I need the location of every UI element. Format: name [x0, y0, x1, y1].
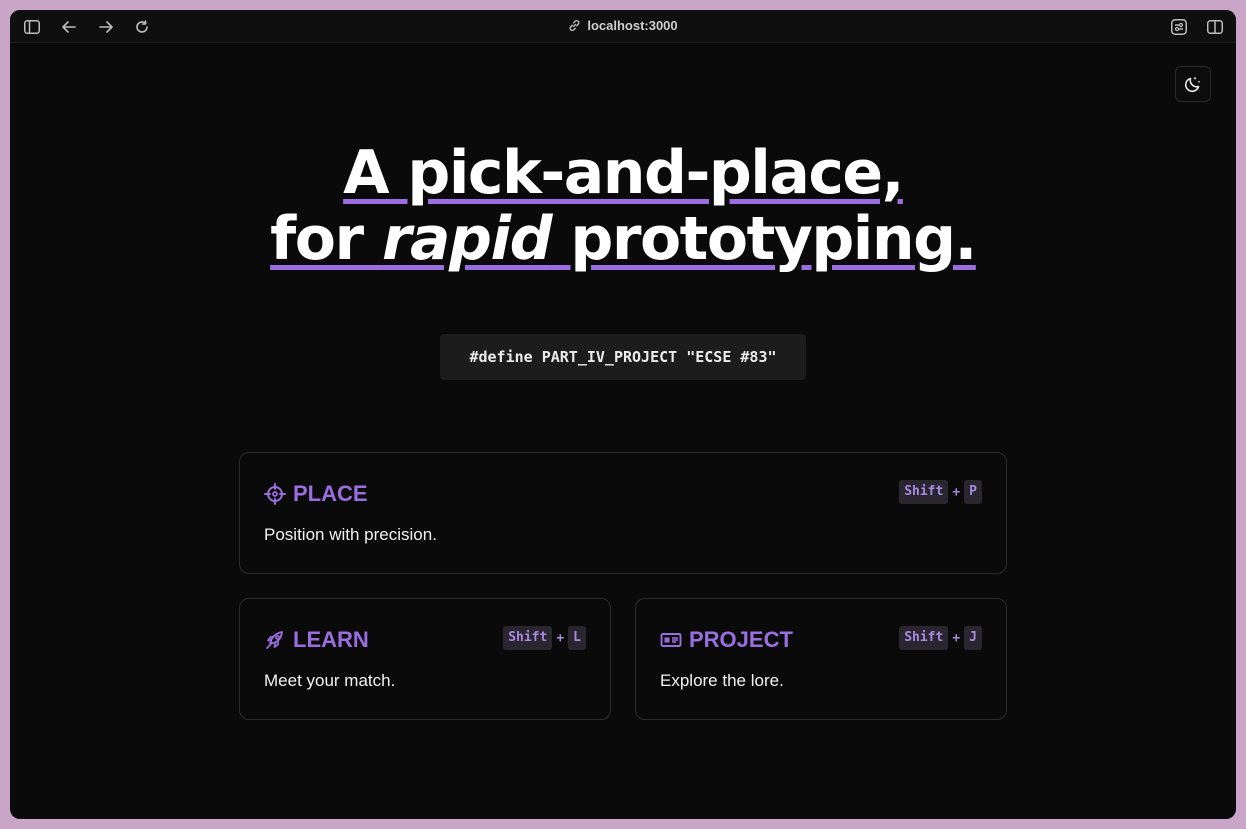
card-place-label: PLACE [293, 481, 368, 506]
card-learn-description: Meet your match. [264, 671, 396, 690]
card-learn-label: LEARN [293, 627, 369, 652]
p-key: P [964, 480, 982, 504]
theme-toggle-button[interactable] [1175, 66, 1211, 102]
rocket-icon [264, 629, 286, 651]
card-learn-title: LEARN [264, 627, 369, 653]
moon-stars-icon [1184, 76, 1201, 93]
crosshair-icon [264, 483, 286, 505]
plus-sign: + [952, 630, 961, 646]
hero-line-2: for rapid prototyping. [10, 206, 1236, 272]
card-project-title: PROJECT [660, 627, 793, 653]
shift-key: Shift [503, 626, 553, 650]
hero-heading: A pick-and-place, for rapid prototyping. [10, 140, 1236, 272]
hero-line-1: A pick-and-place, [10, 140, 1236, 206]
shift-key: Shift [899, 480, 949, 504]
card-project[interactable]: PROJECT Explore the lore. Shift + J [635, 598, 1007, 720]
code-snippet: #define PART_IV_PROJECT "ECSE #83" [440, 334, 806, 380]
plus-sign: + [952, 484, 961, 500]
j-key: J [964, 626, 982, 650]
browser-window: localhost:3000 A pick-and-place, for rap… [10, 10, 1236, 819]
plus-sign: + [556, 630, 565, 646]
card-learn-shortcut: Shift + L [503, 626, 586, 650]
card-learn[interactable]: LEARN Meet your match. Shift + L [239, 598, 611, 720]
hero-line-2-post: prototyping. [551, 204, 977, 274]
browser-toolbar: localhost:3000 [10, 10, 1236, 43]
card-project-description: Explore the lore. [660, 671, 784, 690]
link-icon [569, 20, 580, 31]
card-place-description: Position with precision. [264, 525, 437, 544]
url-text: localhost:3000 [587, 18, 678, 33]
hero-emphasis: rapid [381, 204, 553, 274]
shift-key: Shift [899, 626, 949, 650]
card-place-shortcut: Shift + P [899, 480, 982, 504]
split-view-icon[interactable] [1204, 16, 1226, 38]
hero-line-2-pre: for [270, 204, 382, 274]
card-place-title: PLACE [264, 481, 368, 507]
card-project-shortcut: Shift + J [899, 626, 982, 650]
card-place[interactable]: PLACE Position with precision. Shift + P [239, 452, 1007, 574]
card-project-label: PROJECT [689, 627, 793, 652]
address-bar[interactable]: localhost:3000 [10, 18, 1236, 33]
id-card-icon [660, 629, 682, 651]
l-key: L [568, 626, 586, 650]
extensions-icon[interactable] [1168, 16, 1190, 38]
hero-line-1-text: A pick-and-place, [343, 138, 904, 208]
